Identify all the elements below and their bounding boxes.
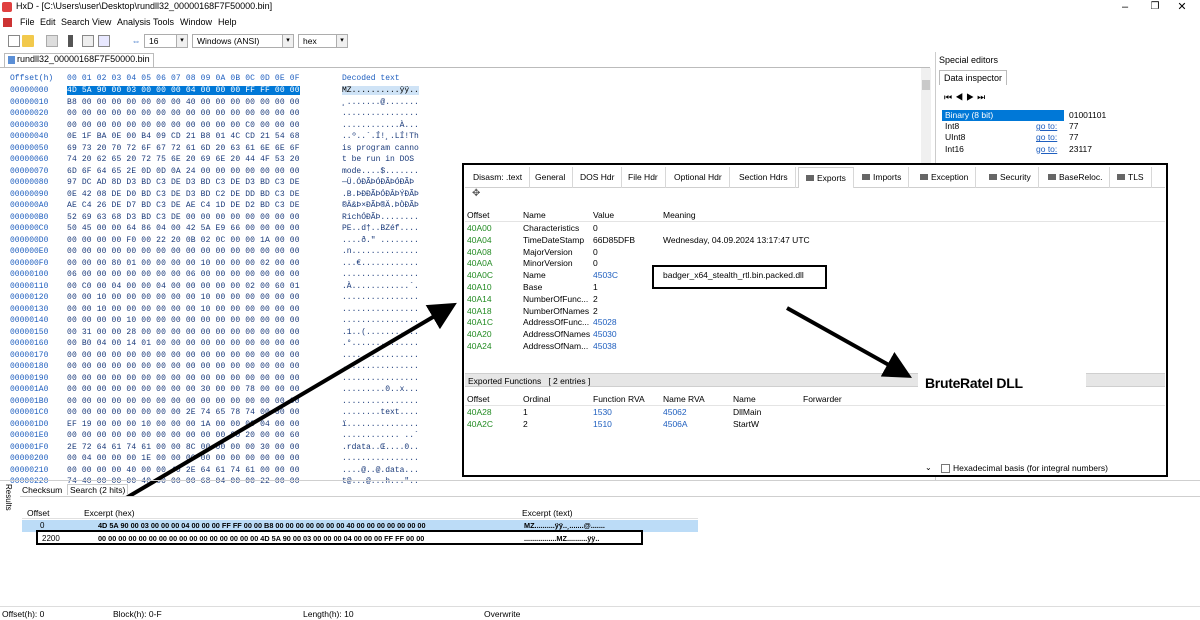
status-mode: Overwrite bbox=[484, 609, 521, 619]
status-offset: Offset(h): 0 bbox=[2, 609, 45, 619]
status-length: Length(h): 10 bbox=[303, 609, 354, 619]
tab-search[interactable]: Search (2 hits) bbox=[67, 484, 129, 495]
tab-checksum[interactable]: Checksum bbox=[22, 485, 62, 495]
results-header-hex: Excerpt (hex) bbox=[84, 508, 135, 518]
arrow-name-to-label bbox=[786, 306, 912, 378]
results-divider bbox=[0, 480, 1200, 481]
highlight-box-second-hit bbox=[36, 530, 643, 545]
results-side-label: Results bbox=[4, 484, 13, 511]
results-area bbox=[20, 496, 1200, 606]
results-row-text: MZ..........ÿÿ..¸.......@....... bbox=[524, 521, 605, 530]
status-bar: Offset(h): 0 Block(h): 0-F Length(h): 10… bbox=[0, 606, 1200, 620]
results-row-offset: 0 bbox=[40, 521, 45, 530]
results-row-hex: 4D 5A 90 00 03 00 00 00 04 00 00 00 FF F… bbox=[98, 521, 426, 530]
status-block: Block(h): 0-F bbox=[113, 609, 162, 619]
results-header-text: Excerpt (text) bbox=[522, 508, 573, 518]
results-header-offset: Offset bbox=[27, 508, 50, 518]
results-header-line bbox=[22, 518, 698, 519]
